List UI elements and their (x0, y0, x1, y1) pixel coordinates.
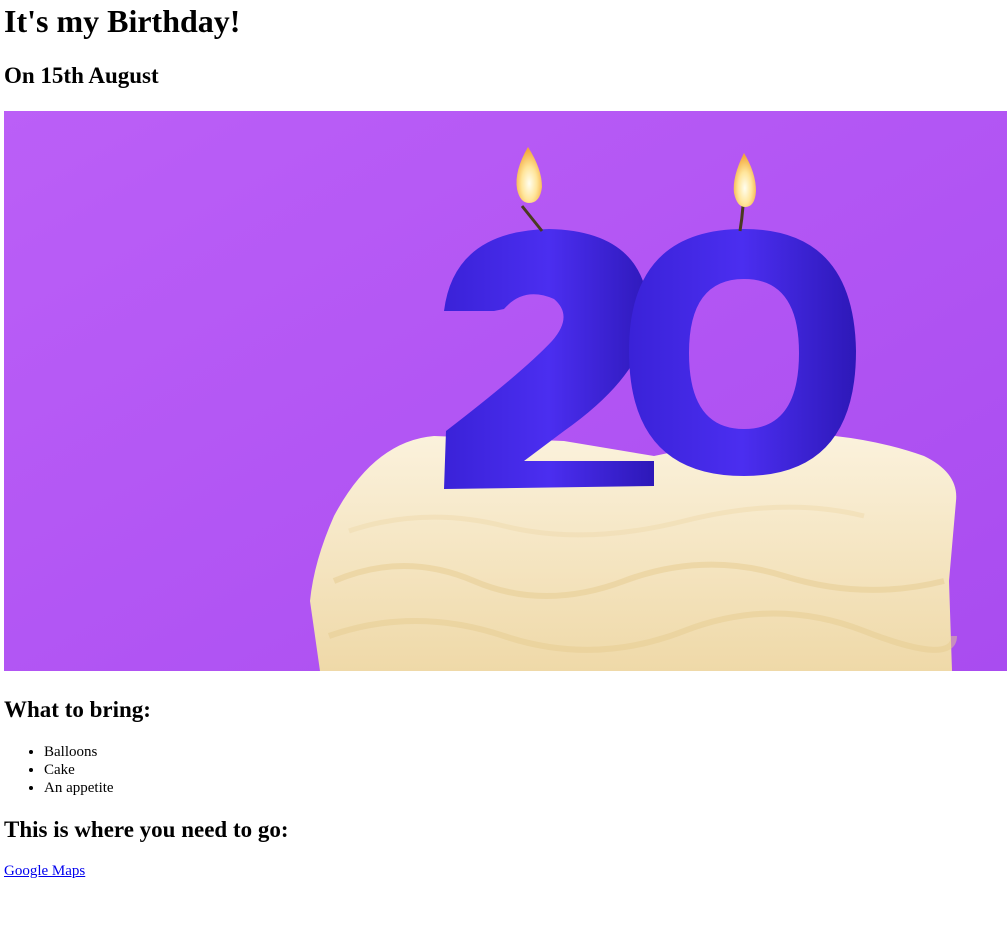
google-maps-link[interactable]: Google Maps (4, 862, 85, 880)
page: It's my Birthday! On 15th August What to… (0, 0, 1007, 880)
directions-heading: This is where you need to go: (4, 817, 289, 842)
birthday-cake-image (4, 111, 1007, 671)
event-date: On 15th August (4, 63, 159, 88)
bring-list: Balloons Cake An appetite (4, 743, 1003, 797)
list-item: Cake (44, 761, 1003, 779)
bring-heading: What to bring: (4, 697, 151, 722)
page-title: It's my Birthday! (4, 3, 241, 39)
list-item: Balloons (44, 743, 1003, 761)
list-item: An appetite (44, 779, 1003, 797)
